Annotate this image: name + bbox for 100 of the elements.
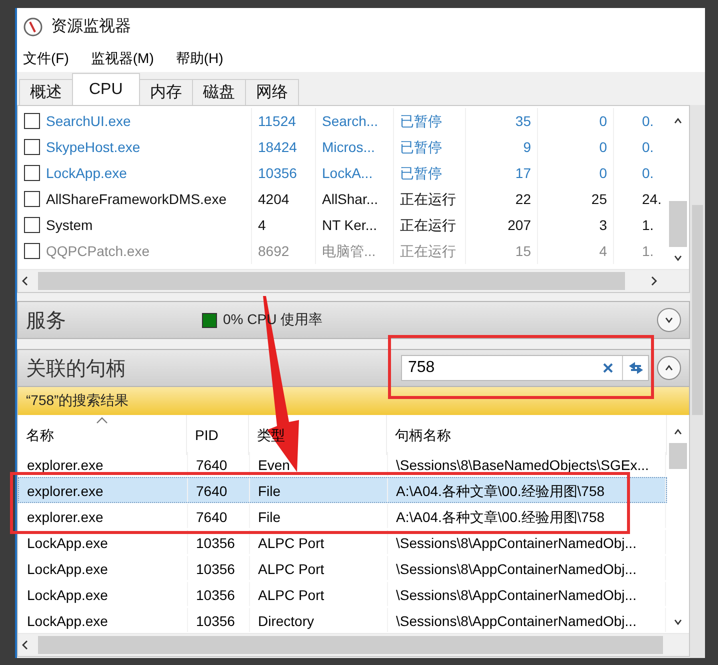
scrollbar-thumb[interactable] bbox=[669, 201, 687, 247]
scrollbar-thumb[interactable] bbox=[669, 443, 687, 469]
process-name: LockApp.exe bbox=[19, 582, 188, 606]
cpu-cell: 0 bbox=[538, 160, 614, 186]
search-field[interactable]: 758 bbox=[401, 355, 649, 381]
status-cell: 正在运行 bbox=[394, 186, 466, 212]
status-cell: 已暂停 bbox=[394, 134, 466, 160]
checkbox[interactable] bbox=[24, 191, 40, 207]
status-cell: 已暂停 bbox=[394, 108, 466, 134]
threads-cell: 207 bbox=[466, 212, 538, 238]
type-cell: File bbox=[250, 504, 388, 528]
checkbox[interactable] bbox=[24, 113, 40, 129]
table-row[interactable]: LockApp.exe 10356 ALPC Port \Sessions\8\AppContainerNamedObj... bbox=[18, 555, 667, 581]
cpu-cell: 3 bbox=[538, 212, 614, 238]
pid-cell: 10356 bbox=[188, 608, 250, 632]
menu-item[interactable]: 监视器(M) bbox=[90, 50, 154, 68]
handle-name-cell: A:\A04.各种文章\00.经验用图\758 bbox=[388, 478, 666, 502]
pid-cell: 4 bbox=[252, 212, 316, 238]
process-name: LockApp.exe bbox=[19, 556, 188, 580]
window-title: 资源监视器 bbox=[51, 16, 131, 37]
tab[interactable]: 概述 bbox=[19, 79, 73, 105]
type-cell: Directory bbox=[250, 608, 388, 632]
checkbox[interactable] bbox=[24, 243, 40, 259]
description-cell: 电脑管... bbox=[316, 238, 394, 264]
type-cell: ALPC Port bbox=[250, 556, 388, 580]
pid-cell: 7640 bbox=[188, 504, 250, 528]
handle-name-cell: \Sessions\8\AppContainerNamedObj... bbox=[388, 608, 666, 632]
table-row[interactable]: explorer.exe 7640 File A:\A04.各种文章\00.经验用图\758 bbox=[18, 503, 667, 529]
scrollbar-thumb[interactable] bbox=[38, 272, 625, 290]
process-name: AllShareFrameworkDMS.exe bbox=[46, 186, 252, 212]
checkbox[interactable] bbox=[24, 165, 40, 181]
scrollbar-thumb[interactable] bbox=[38, 636, 663, 654]
cpu-cell: 25 bbox=[538, 186, 614, 212]
menu-item[interactable]: 帮助(H) bbox=[176, 50, 224, 68]
pid-cell: 7640 bbox=[188, 478, 250, 502]
handle-name-cell: \Sessions\8\AppContainerNamedObj... bbox=[388, 582, 666, 606]
type-cell: ALPC Port bbox=[250, 530, 388, 554]
refresh-arrows-icon bbox=[626, 360, 644, 376]
expand-button[interactable] bbox=[657, 308, 681, 332]
process-name: SearchUI.exe bbox=[46, 108, 252, 134]
section-title: 服务 bbox=[26, 308, 66, 334]
collapse-button[interactable] bbox=[657, 356, 681, 380]
handle-name-cell: A:\A04.各种文章\00.经验用图\758 bbox=[388, 504, 666, 528]
threads-cell: 15 bbox=[466, 238, 538, 264]
close-icon bbox=[603, 363, 613, 373]
search-result-banner: “758”的搜索结果 bbox=[17, 387, 690, 415]
pid-cell: 7640 bbox=[188, 452, 250, 476]
table-cell-text: 0. bbox=[641, 112, 655, 131]
table-row[interactable]: explorer.exe 7640 File A:\A04.各种文章\00.经验用图\758 bbox=[18, 477, 667, 503]
description-cell: Search... bbox=[316, 108, 394, 134]
process-name: LockApp.exe bbox=[46, 160, 252, 186]
threads-cell: 9 bbox=[466, 134, 538, 160]
pid-cell: 10356 bbox=[252, 160, 316, 186]
process-name: SkypeHost.exe bbox=[46, 134, 252, 160]
menu-item[interactable]: 文件(F) bbox=[23, 50, 69, 68]
table-row[interactable]: LockApp.exe 10356 ALPC Port \Sessions\8\AppContainerNamedObj... bbox=[18, 581, 667, 607]
cpu-cell: 0 bbox=[538, 134, 614, 160]
column-header[interactable]: 句柄名称 bbox=[387, 415, 667, 455]
pid-cell: 10356 bbox=[188, 556, 250, 580]
table-row[interactable]: LockApp.exe 10356 ALPC Port \Sessions\8\AppContainerNamedObj... bbox=[18, 529, 667, 555]
pid-cell: 10356 bbox=[188, 530, 250, 554]
table-cell-text: 0. bbox=[641, 138, 655, 157]
pid-cell: 8692 bbox=[252, 238, 316, 264]
tab[interactable]: 网络 bbox=[244, 79, 299, 105]
column-header[interactable]: PID bbox=[187, 415, 249, 455]
description-cell: LockA... bbox=[316, 160, 394, 186]
description-cell: NT Ker... bbox=[316, 212, 394, 238]
process-name: System bbox=[46, 212, 252, 238]
pid-cell: 10356 bbox=[188, 582, 250, 606]
checkbox[interactable] bbox=[24, 217, 40, 233]
handles-header-bar[interactable]: 关联的句柄 758 bbox=[17, 349, 690, 387]
process-name: explorer.exe bbox=[19, 504, 188, 528]
table-cell-text: 0. bbox=[641, 164, 655, 183]
section-title: 关联的句柄 bbox=[26, 356, 126, 382]
process-name: explorer.exe bbox=[19, 452, 188, 476]
type-cell: ALPC Port bbox=[250, 582, 388, 606]
app-gauge-icon bbox=[23, 16, 43, 36]
description-cell: AllShar... bbox=[316, 186, 394, 212]
threads-cell: 22 bbox=[466, 186, 538, 212]
pid-cell: 4204 bbox=[252, 186, 316, 212]
description-cell: Micros... bbox=[316, 134, 394, 160]
table-cell-text: 1. bbox=[641, 216, 655, 235]
checkbox[interactable] bbox=[24, 139, 40, 155]
process-name: QQPCPatch.exe bbox=[46, 238, 252, 264]
cpu-cell: 0 bbox=[538, 108, 614, 134]
table-cell-text: 1. bbox=[641, 242, 655, 261]
process-name: LockApp.exe bbox=[19, 608, 188, 632]
cpu-cell: 4 bbox=[538, 238, 614, 264]
pid-cell: 11524 bbox=[252, 108, 316, 134]
status-cell: 已暂停 bbox=[394, 160, 466, 186]
type-cell: File bbox=[250, 478, 388, 502]
handle-name-cell: \Sessions\8\AppContainerNamedObj... bbox=[388, 530, 666, 554]
status-cell: 正在运行 bbox=[394, 238, 466, 264]
column-header[interactable]: 名称 bbox=[18, 415, 187, 455]
pid-cell: 18424 bbox=[252, 134, 316, 160]
threads-cell: 35 bbox=[466, 108, 538, 134]
threads-cell: 17 bbox=[466, 160, 538, 186]
tab[interactable]: CPU bbox=[72, 73, 140, 105]
table-row[interactable]: LockApp.exe 10356 Directory \Sessions\8\AppContainerNamedObj... bbox=[18, 607, 667, 633]
table-cell-text: 24. bbox=[641, 190, 662, 209]
